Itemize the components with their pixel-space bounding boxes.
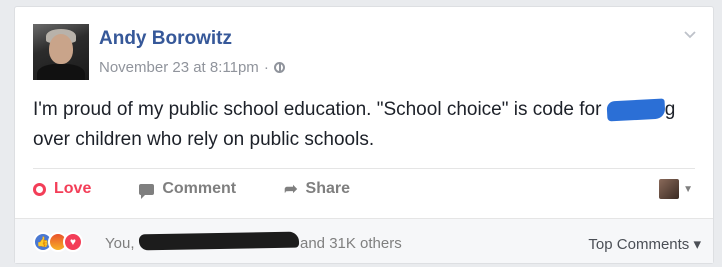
love-reaction-icon: ♥ xyxy=(63,232,83,252)
post-text-start: I'm proud of my public school education.… xyxy=(33,99,607,120)
chevron-down-icon[interactable] xyxy=(683,27,697,41)
black-redaction-scribble xyxy=(138,231,300,251)
heart-outline-icon xyxy=(33,182,46,196)
action-bar: Love Comment ➦ Share xyxy=(33,177,398,201)
love-button[interactable]: Love xyxy=(33,180,91,198)
reactions-bar: 👍 ♥ You, and 31K others Top Comments ▾ xyxy=(15,218,713,263)
share-label: Share xyxy=(305,180,350,197)
reaction-icons[interactable]: 👍 ♥ xyxy=(33,232,83,252)
blue-redaction-scribble xyxy=(606,98,666,122)
author-avatar[interactable] xyxy=(33,24,89,80)
globe-icon[interactable] xyxy=(273,62,285,73)
avatar-shoulders xyxy=(37,64,85,80)
comment-icon xyxy=(139,183,155,199)
viewer-avatar xyxy=(659,179,680,199)
viewer-selector[interactable]: ▼ xyxy=(659,179,693,199)
love-label: Love xyxy=(54,180,92,197)
comment-label: Comment xyxy=(162,180,237,197)
avatar-face xyxy=(49,34,73,64)
share-arrow-icon: ➦ xyxy=(284,181,298,198)
actions-divider xyxy=(33,168,695,169)
reaction-others[interactable]: and 31K others xyxy=(300,235,402,252)
comment-button[interactable]: Comment xyxy=(139,180,237,199)
meta-separator: · xyxy=(263,59,269,76)
reaction-you[interactable]: You, xyxy=(105,235,134,252)
caret-down-icon: ▼ xyxy=(683,183,693,195)
post-body: I'm proud of my public school education.… xyxy=(33,95,703,155)
post-timestamp[interactable]: November 23 at 8:11pm xyxy=(99,59,259,76)
top-comments-dropdown[interactable]: Top Comments ▾ xyxy=(588,235,701,253)
author-name[interactable]: Andy Borowitz xyxy=(99,28,232,50)
post-meta: November 23 at 8:11pm · xyxy=(99,59,285,76)
post-card: Andy Borowitz November 23 at 8:11pm · I'… xyxy=(14,6,714,264)
share-button[interactable]: ➦ Share xyxy=(284,179,350,199)
